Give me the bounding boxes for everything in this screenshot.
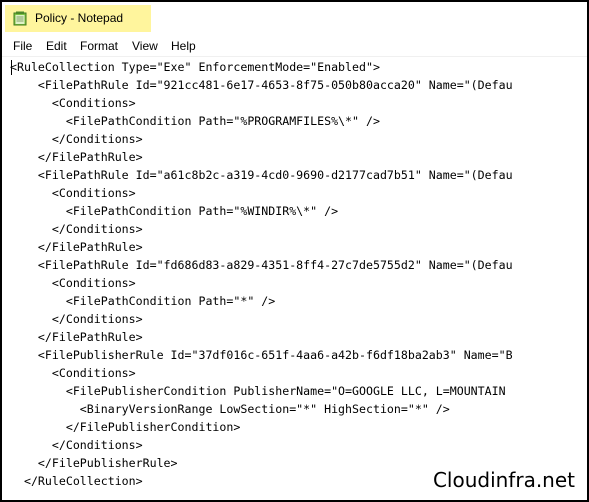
text-editor[interactable]: <RuleCollection Type="Exe" EnforcementMo… — [2, 56, 587, 500]
code-line: <FilePublisherCondition PublisherName="O… — [10, 384, 506, 398]
code-line: </Conditions> — [10, 438, 143, 452]
code-line: <FilePathRule Id="fd686d83-a829-4351-8ff… — [10, 258, 513, 272]
title-bar[interactable]: Policy - Notepad — [2, 2, 587, 34]
document-text[interactable]: <RuleCollection Type="Exe" EnforcementMo… — [10, 58, 513, 490]
code-line: <Conditions> — [10, 366, 136, 380]
code-line: </FilePathRule> — [10, 330, 143, 344]
code-line: <Conditions> — [10, 276, 136, 290]
code-line: </FilePathRule> — [10, 150, 143, 164]
code-line: <FilePathCondition Path="%WINDIR%\*" /> — [10, 204, 339, 218]
notepad-window: Policy - Notepad File Edit Format View H… — [0, 0, 589, 502]
menu-file[interactable]: File — [13, 39, 32, 54]
code-line: </Conditions> — [10, 312, 143, 326]
code-line: <FilePathCondition Path="%PROGRAMFILES%\… — [10, 114, 380, 128]
code-line: <FilePathCondition Path="*" /> — [10, 294, 276, 308]
code-line: </FilePathRule> — [10, 240, 143, 254]
code-line: </Conditions> — [10, 222, 143, 236]
menu-help[interactable]: Help — [171, 39, 196, 54]
code-line: </FilePublisherCondition> — [10, 420, 241, 434]
code-line: <Conditions> — [10, 96, 136, 110]
code-line: <Conditions> — [10, 186, 136, 200]
code-line: <FilePathRule Id="a61c8b2c-a319-4cd0-969… — [10, 168, 513, 182]
code-line: <BinaryVersionRange LowSection="*" HighS… — [10, 402, 450, 416]
menu-view[interactable]: View — [132, 39, 158, 54]
code-line: <FilePathRule Id="921cc481-6e17-4653-8f7… — [10, 78, 513, 92]
code-line: <RuleCollection Type="Exe" EnforcementMo… — [10, 60, 380, 74]
window-title: Policy - Notepad — [35, 11, 124, 25]
menu-format[interactable]: Format — [80, 39, 118, 54]
menu-bar: File Edit Format View Help — [2, 36, 587, 56]
code-line: <FilePublisherRule Id="37df016c-651f-4aa… — [10, 348, 513, 362]
menu-edit[interactable]: Edit — [46, 39, 67, 54]
code-line: </Conditions> — [10, 132, 143, 146]
notepad-icon — [13, 11, 27, 26]
site-watermark: Cloudinfra.net — [428, 466, 579, 494]
